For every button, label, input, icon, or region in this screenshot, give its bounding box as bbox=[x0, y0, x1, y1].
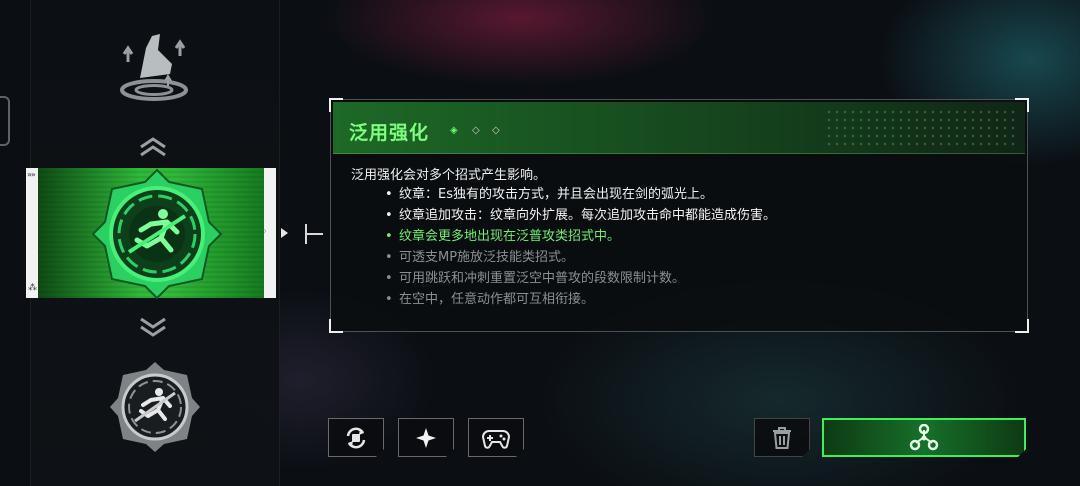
skill-title: 泛用强化 bbox=[349, 122, 430, 144]
effect-item: 纹章：Es独有的攻击方式，并且会出现在剑的弧光上。 bbox=[385, 184, 776, 205]
tier-diamond-empty-icon: ◇ bbox=[492, 125, 500, 136]
effect-item-locked: 在空中，任意动作都可互相衔接。 bbox=[385, 289, 776, 310]
card-arrow: › bbox=[263, 226, 267, 237]
effect-list: 纹章：Es独有的攻击方式，并且会出现在剑的弧光上。 纹章追加攻击：纹章向外扩展。… bbox=[385, 184, 776, 310]
running-figure-emblem-icon[interactable] bbox=[108, 360, 202, 454]
running-figure-emblem-icon bbox=[91, 168, 223, 300]
card-tag-top: »» bbox=[27, 170, 36, 179]
effect-item: 纹章追加攻击：纹章向外扩展。每次追加攻击命中都能造成伤害。 bbox=[385, 205, 776, 226]
panel-corner bbox=[1015, 319, 1029, 333]
double-chevron-up-icon[interactable] bbox=[138, 136, 168, 158]
swap-button[interactable] bbox=[328, 418, 384, 457]
header-dot-pattern bbox=[825, 108, 1015, 148]
effect-item-highlight: 纹章会更多地出现在泛普攻类招式中。 bbox=[385, 226, 776, 247]
sparkle-star-icon bbox=[415, 427, 437, 449]
panel-corner bbox=[329, 319, 343, 333]
side-menu-tab[interactable] bbox=[0, 96, 10, 146]
swap-cycle-icon bbox=[344, 426, 368, 450]
delete-button[interactable] bbox=[754, 418, 810, 457]
skill-nodes-icon bbox=[909, 424, 939, 452]
effect-item-locked: 可用跳跃和冲刺重置泛空中普攻的段数限制计数。 bbox=[385, 268, 776, 289]
gamepad-button[interactable] bbox=[468, 418, 524, 457]
skill-intro: 泛用强化会对多个招式产生影响。 bbox=[351, 168, 547, 183]
card-tag-bottom: ⁂ bbox=[28, 283, 37, 293]
panel-header: 泛用强化 ◈ ◇ ◇ bbox=[333, 102, 1025, 154]
equip-skill-button[interactable] bbox=[822, 418, 1026, 457]
effect-item-locked: 可透支MP施放泛技能类招式。 bbox=[385, 247, 776, 268]
boot-dash-icon[interactable] bbox=[118, 28, 190, 102]
sparkle-button[interactable] bbox=[398, 418, 454, 457]
selection-pointer-icon bbox=[281, 228, 288, 238]
connector-line bbox=[305, 233, 323, 235]
tier-diamond-filled-icon: ◈ bbox=[450, 125, 458, 136]
tier-diamond-empty-icon: ◇ bbox=[472, 125, 480, 136]
skill-detail-panel: 泛用强化 ◈ ◇ ◇ 泛用强化会对多个招式产生影响。 纹章：Es独有的攻击方式，… bbox=[329, 98, 1029, 333]
gamepad-icon bbox=[482, 427, 510, 449]
double-chevron-down-icon[interactable] bbox=[138, 316, 168, 338]
trash-icon bbox=[771, 426, 793, 450]
